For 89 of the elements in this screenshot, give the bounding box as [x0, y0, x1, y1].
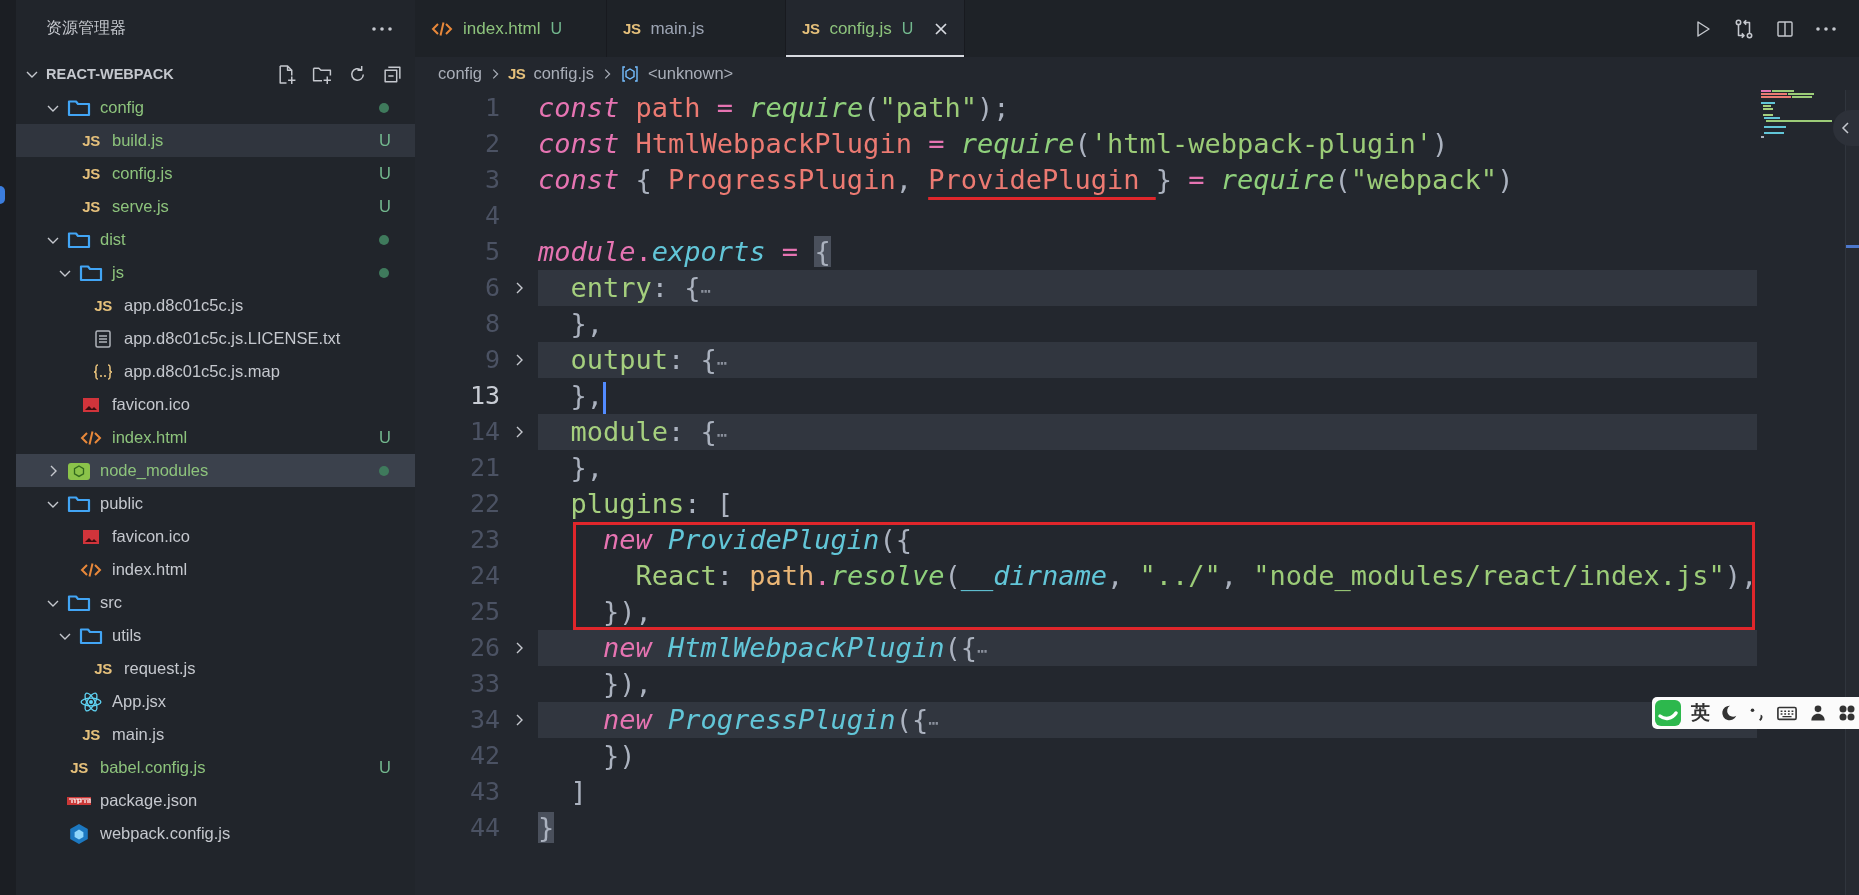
git-status-label: U — [379, 197, 391, 216]
folder-icon — [67, 97, 91, 118]
code-line: new ProvidePlugin({ — [602, 523, 913, 557]
code-line: }), — [602, 595, 653, 629]
git-status-label: U — [379, 131, 391, 150]
four-petal-icon[interactable] — [1837, 703, 1857, 723]
text-file-icon — [93, 328, 113, 349]
folder-icon — [67, 493, 91, 514]
js-icon: JS — [508, 65, 526, 82]
panel-toggle-button[interactable] — [1833, 110, 1859, 146]
code-line: }), — [602, 667, 653, 701]
file-tree-item[interactable]: favicon.ico — [16, 388, 415, 421]
breadcrumb-item[interactable]: <unknown> — [619, 63, 734, 84]
file-tree-item[interactable]: App.jsx — [16, 685, 415, 718]
file-tree-item[interactable]: app.d8c01c5c.js.LICENSE.txt — [16, 322, 415, 355]
new-file-icon[interactable] — [276, 63, 297, 85]
folder-icon — [67, 592, 91, 613]
file-tree-item[interactable]: JS request.js — [16, 652, 415, 685]
js-icon: JS — [82, 132, 100, 149]
code-line: const { ProgressPlugin, ProvidePlugin } = require("webpack") — [538, 163, 1515, 197]
code-line: React: path.resolve(__dirname, "../", "node_modules/react/index.js"), — [634, 559, 1758, 593]
user-icon[interactable] — [1808, 703, 1828, 723]
js-icon: JS — [94, 297, 112, 314]
folder-icon — [67, 229, 91, 250]
compare-changes-icon[interactable] — [1733, 17, 1755, 40]
folder-tree-item[interactable]: dist — [16, 223, 415, 256]
workspace-header[interactable]: REACT-WEBPACK — [16, 57, 415, 91]
edge-handle[interactable] — [0, 186, 5, 204]
folder-icon — [79, 262, 103, 283]
more-icon[interactable] — [371, 25, 393, 32]
code-line: }, — [538, 378, 1758, 414]
file-tree-item[interactable]: JS app.d8c01c5c.js — [16, 289, 415, 322]
hexagon-folder-icon — [67, 460, 91, 481]
file-tree-item[interactable]: webpack.config.js — [16, 817, 415, 850]
scrollbar-marker — [1846, 245, 1859, 248]
js-icon: JS — [70, 759, 88, 776]
symbol-icon — [619, 63, 640, 84]
folder-tree-item[interactable]: node_modules — [16, 454, 415, 487]
file-tree-item[interactable]: JS build.js U — [16, 124, 415, 157]
chevron-left-icon — [1840, 121, 1852, 135]
sidebar-title: 资源管理器 — [46, 18, 126, 38]
file-tree-item[interactable]: package.json — [16, 784, 415, 817]
file-tree-item[interactable]: index.html U — [16, 421, 415, 454]
line-number: 13 — [468, 380, 500, 412]
js-icon: JS — [802, 20, 820, 37]
git-status-label: U — [379, 758, 391, 777]
editor-tab[interactable]: JS config.js U — [786, 0, 966, 57]
file-tree-item[interactable]: index.html — [16, 553, 415, 586]
git-status-label: U — [901, 19, 914, 38]
js-icon: JS — [623, 20, 641, 37]
code-line: ] — [569, 775, 588, 809]
file-tree-item[interactable]: JS babel.config.js U — [16, 751, 415, 784]
breadcrumb-item[interactable]: config — [438, 64, 483, 83]
package-icon — [67, 794, 91, 807]
code-line: plugins: [ — [569, 487, 735, 521]
input-mode-label[interactable]: 英 — [1691, 700, 1710, 726]
file-tree-item[interactable]: JS config.js U — [16, 157, 415, 190]
git-status-label: U — [379, 164, 391, 183]
git-status-label: U — [550, 19, 563, 38]
braces-icon — [92, 361, 114, 382]
file-tree-item[interactable]: JS serve.js U — [16, 190, 415, 223]
code-line: const HtmlWebpackPlugin = require('html-webpack-plugin') — [538, 127, 1450, 161]
folder-tree-item[interactable]: src — [16, 586, 415, 619]
more-icon[interactable] — [1815, 25, 1837, 32]
js-icon: JS — [94, 660, 112, 677]
ime-logo-icon[interactable] — [1654, 699, 1682, 727]
code-line: const path = require("path"); — [538, 91, 1011, 125]
split-editor-icon[interactable] — [1775, 18, 1795, 39]
folder-tree-item[interactable]: js — [16, 256, 415, 289]
moon-icon[interactable] — [1719, 703, 1739, 723]
git-status-label: U — [379, 428, 391, 447]
code-line: module.exports = { — [538, 235, 832, 269]
js-icon: JS — [82, 198, 100, 215]
breadcrumb-item[interactable]: JS config.js — [508, 64, 594, 83]
folder-tree-item[interactable]: public — [16, 487, 415, 520]
js-icon: JS — [82, 726, 100, 743]
file-tree-item[interactable]: app.d8c01c5c.js.map — [16, 355, 415, 388]
code-line: }, — [569, 307, 605, 341]
file-tree-item[interactable]: JS main.js — [16, 718, 415, 751]
code-line: }) — [602, 739, 637, 773]
atom-icon — [80, 690, 102, 713]
file-tree-item[interactable]: favicon.ico — [16, 520, 415, 553]
cube-icon — [68, 822, 90, 845]
code-line: }, — [569, 451, 605, 485]
collapse-all-icon[interactable] — [382, 63, 403, 85]
folder-tree-item[interactable]: utils — [16, 619, 415, 652]
folder-icon — [79, 625, 103, 646]
folder-tree-item[interactable]: config — [16, 91, 415, 124]
js-icon: JS — [82, 165, 100, 182]
